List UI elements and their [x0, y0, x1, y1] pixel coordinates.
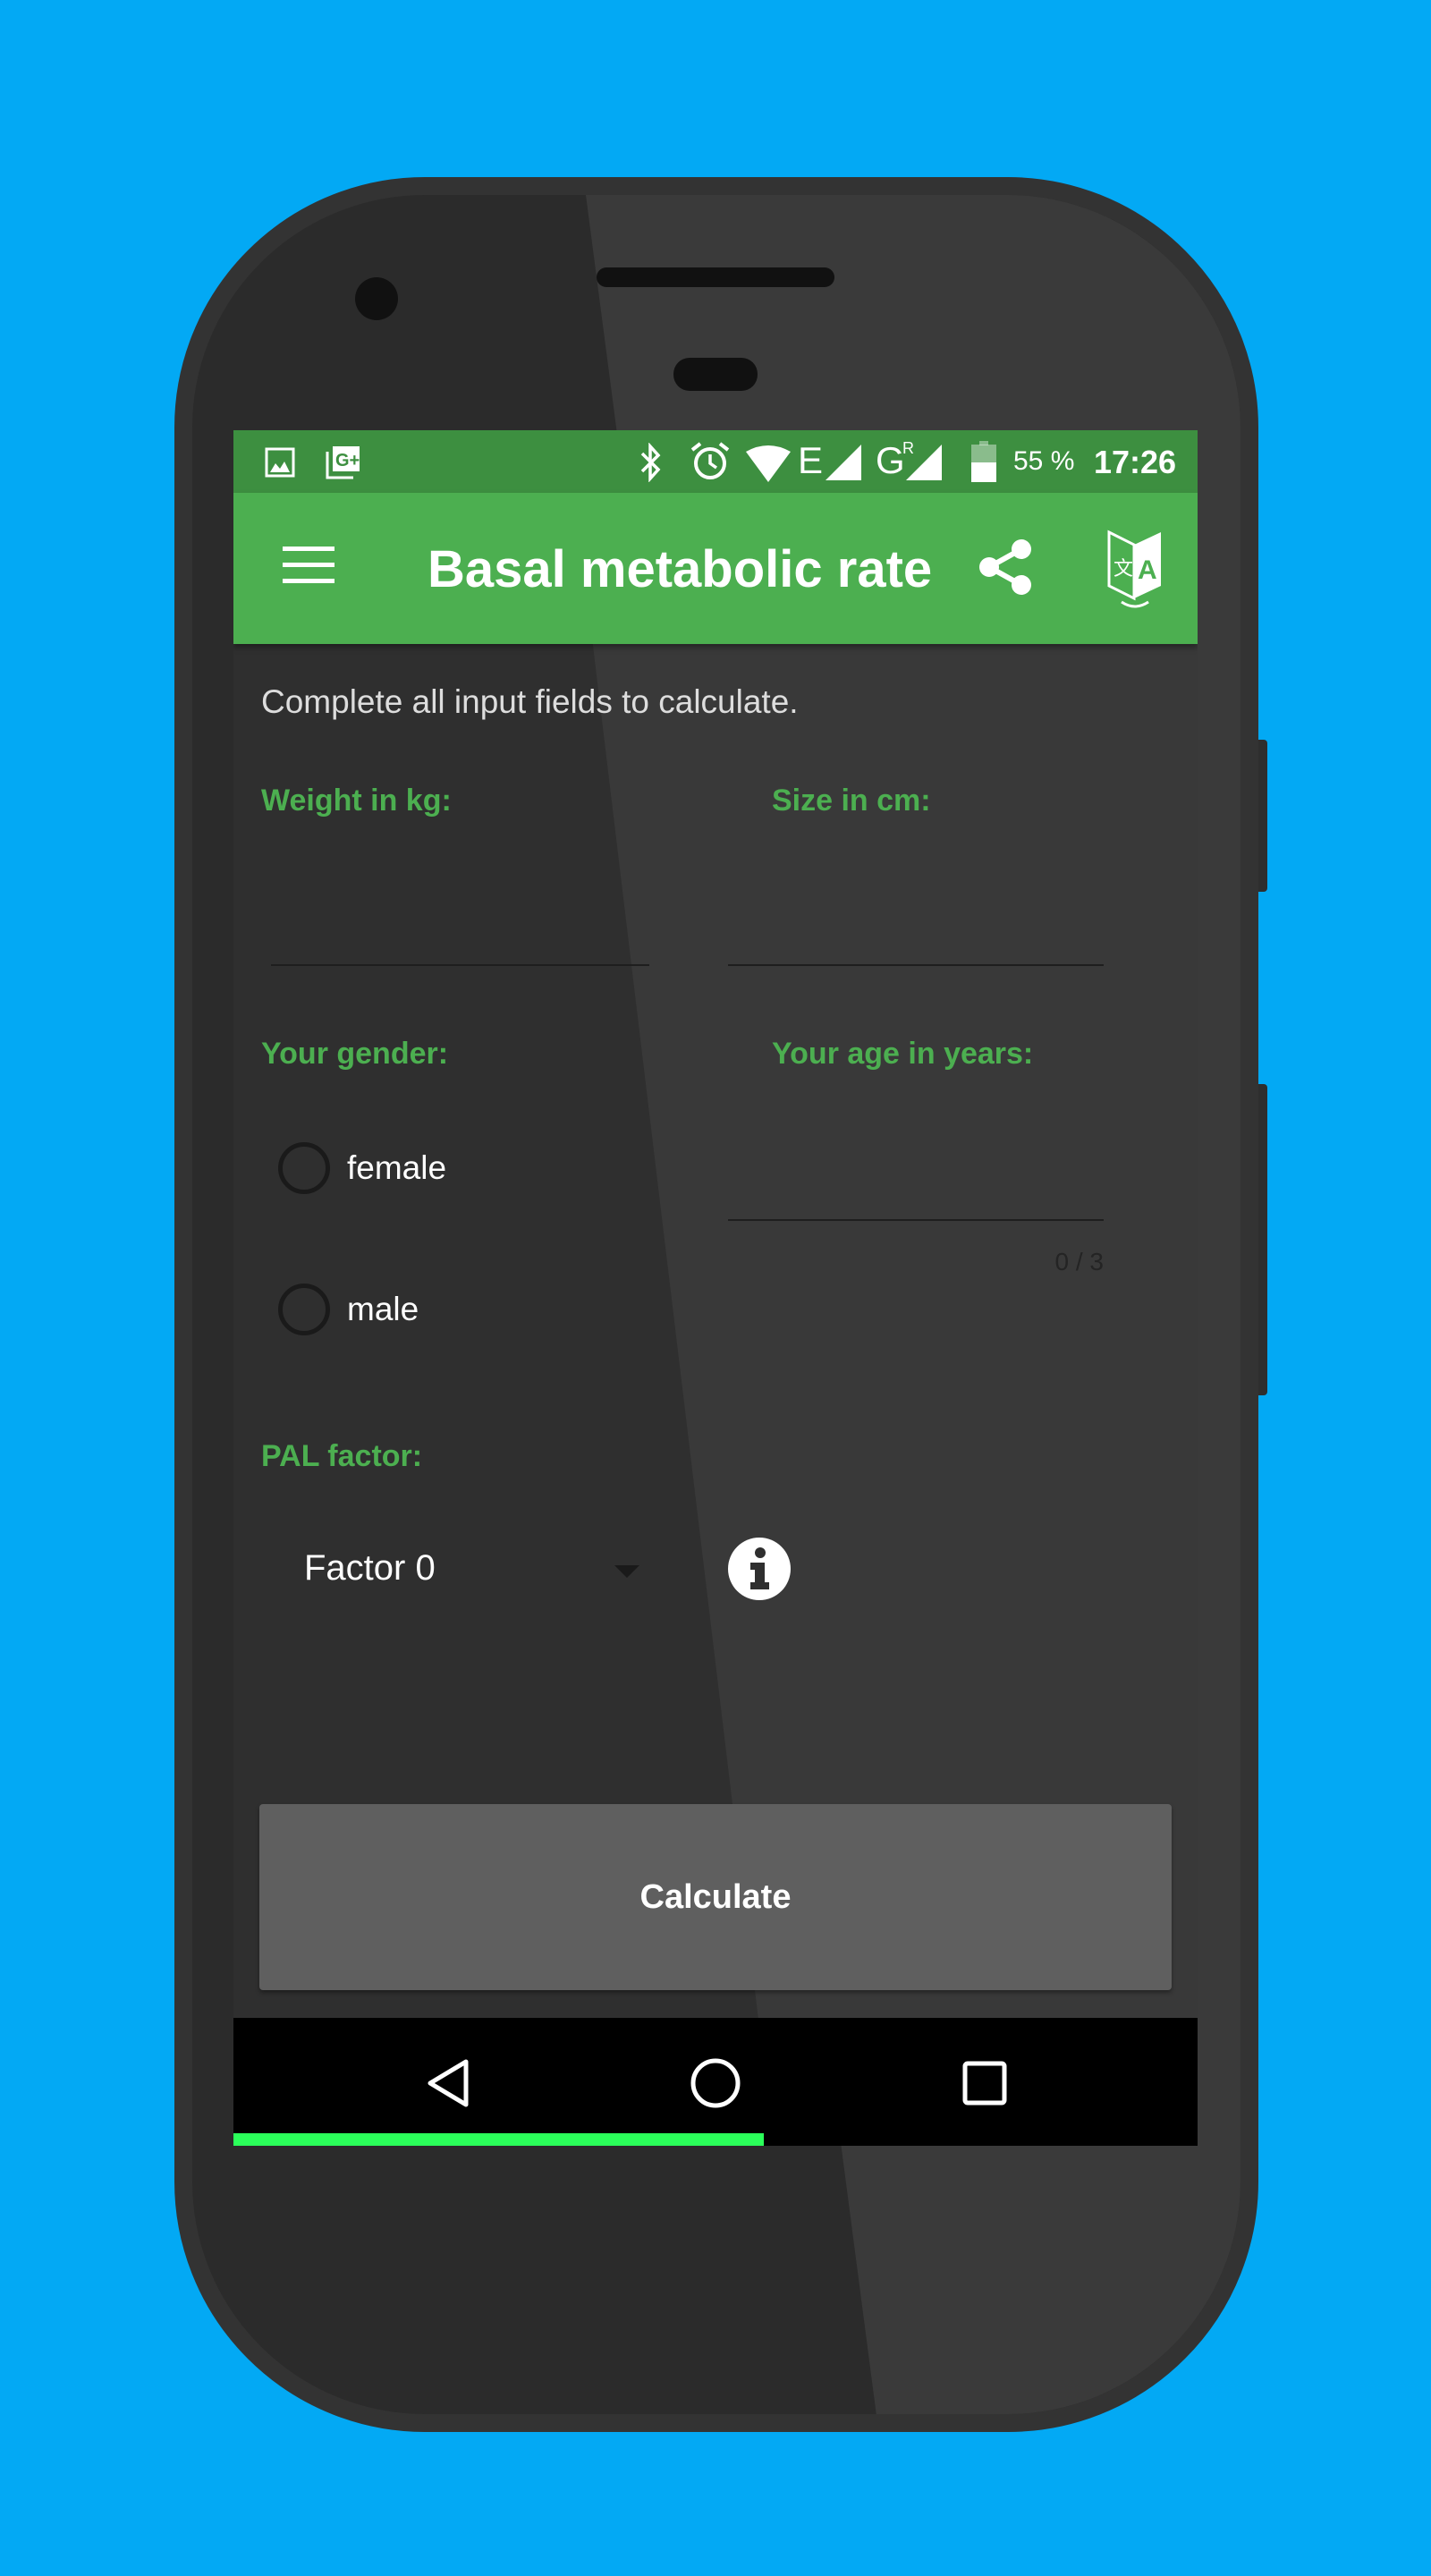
battery-percent: 55 % — [1013, 446, 1075, 476]
signal-g-label: G — [876, 439, 905, 481]
bluetooth-icon — [640, 443, 661, 482]
age-character-counter: 0 / 3 — [1054, 1248, 1104, 1275]
hamburger-menu-icon[interactable] — [283, 545, 334, 584]
pal-selected-value: Factor 0 — [304, 1548, 436, 1588]
age-label: Your age in years: — [772, 1037, 1034, 1071]
google-plus-icon: G+ — [326, 446, 360, 479]
age-input[interactable] — [728, 1131, 1104, 1219]
gender-label: Your gender: — [261, 1037, 449, 1071]
back-icon[interactable] — [426, 2058, 470, 2108]
status-bar: G+ E G R 55 % 17:26 — [233, 430, 1198, 493]
clock: 17:26 — [1094, 444, 1177, 480]
instructions-text: Complete all input fields to calculate. — [261, 683, 799, 720]
navigation-bar — [233, 2018, 1198, 2146]
share-icon[interactable] — [977, 538, 1036, 597]
radio-female[interactable]: female — [278, 1142, 546, 1194]
info-icon[interactable] — [728, 1538, 791, 1600]
size-input[interactable] — [728, 877, 1104, 965]
size-underline — [728, 964, 1104, 966]
alarm-icon — [690, 442, 730, 479]
radio-male[interactable]: male — [278, 1284, 546, 1335]
wifi-icon — [746, 445, 791, 482]
power-button — [1258, 1084, 1267, 1395]
calculate-label: Calculate — [639, 1877, 792, 1916]
proximity-sensor — [673, 358, 758, 391]
radio-male-label: male — [347, 1291, 419, 1327]
image-icon — [265, 447, 295, 478]
weight-input[interactable] — [271, 877, 649, 965]
size-label: Size in cm: — [772, 784, 931, 818]
radio-female-circle[interactable] — [278, 1142, 330, 1194]
radio-female-label: female — [347, 1149, 447, 1186]
page-title: Basal metabolic rate — [428, 540, 933, 598]
pal-factor-dropdown[interactable]: Factor 0 — [287, 1539, 645, 1598]
svg-text:文: 文 — [1113, 557, 1133, 580]
translate-icon[interactable]: 文A — [1105, 529, 1164, 611]
age-underline — [728, 1219, 1104, 1221]
screen: G+ E G R 55 % 17:26 Basal metabolic rate… — [233, 430, 1198, 2146]
signal-g-roaming-icon — [906, 445, 942, 480]
earpiece-speaker — [597, 267, 834, 287]
recents-icon[interactable] — [962, 2061, 1007, 2106]
calculate-button[interactable]: Calculate — [259, 1804, 1172, 1990]
pal-label: PAL factor: — [261, 1439, 423, 1473]
svg-text:A: A — [1138, 555, 1157, 585]
weight-label: Weight in kg: — [261, 784, 452, 818]
front-camera — [355, 277, 398, 320]
signal-e-icon — [826, 445, 861, 480]
progress-bar — [233, 2133, 764, 2146]
volume-button — [1258, 740, 1267, 892]
app-bar: Basal metabolic rate 文A — [233, 493, 1198, 644]
battery-icon — [971, 441, 996, 482]
signal-e-label: E — [798, 439, 824, 481]
weight-underline — [271, 964, 649, 966]
radio-male-circle[interactable] — [278, 1284, 330, 1335]
chevron-down-icon — [614, 1565, 639, 1578]
svg-text:G+: G+ — [335, 451, 360, 470]
home-icon[interactable] — [690, 2057, 741, 2109]
